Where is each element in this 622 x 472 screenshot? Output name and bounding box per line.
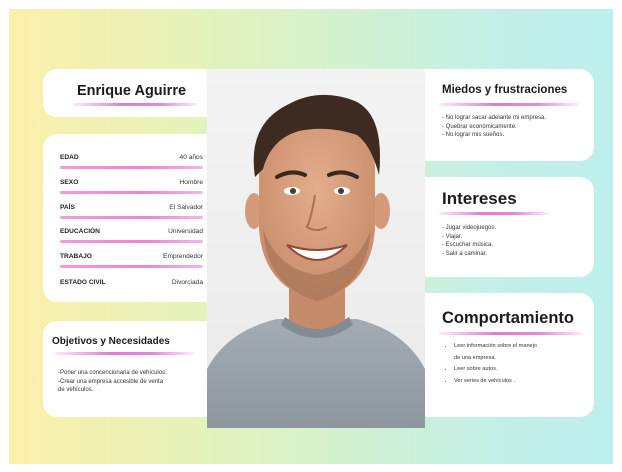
detail-value: Hombre [179, 179, 203, 186]
fears-card: Miedos y frustraciones - No lograr sacar… [425, 69, 594, 161]
interests-underline [439, 212, 549, 215]
fears-line: - Quebrar económicamente. [442, 123, 517, 130]
detail-row-country: PAÍS El Salvador [60, 204, 203, 228]
row-underline [60, 240, 203, 243]
goals-line: -Crear una empresa accesible de venta [58, 378, 164, 385]
detail-value: Universidad [168, 228, 203, 235]
goals-underline [55, 352, 195, 355]
portrait-illustration [207, 94, 425, 428]
details-card: EDAD 40 años SEXO Hombre PAÍS El Salvado… [43, 134, 215, 302]
row-underline [60, 265, 203, 268]
row-underline [60, 166, 203, 169]
goals-title: Objetivos y Necesidades [52, 336, 170, 347]
detail-row-education: EDUCACIÓN Universidad [60, 228, 203, 252]
goals-body: -Poner una concencionaria de vehículos. … [58, 369, 208, 395]
goals-line: -Poner una concencionaria de vehículos. [58, 370, 167, 376]
name-underline [73, 103, 198, 106]
behavior-card: Comportamiento Leer información sobre el… [425, 293, 594, 417]
behavior-item: de una empresa. [454, 354, 496, 361]
goals-card: Objetivos y Necesidades -Poner una conce… [43, 321, 215, 417]
behavior-item: Ver series de vehículos . [454, 376, 590, 388]
interests-line: - Escuchar música. [442, 242, 494, 249]
detail-value: Emprendedor [163, 253, 203, 260]
fears-body: - No lograr sacar adelante mi empresa. -… [442, 114, 590, 140]
interests-line: - Viajar. [442, 233, 463, 240]
persona-name: Enrique Aguirre [77, 83, 187, 99]
detail-row-sex: SEXO Hombre [60, 179, 203, 203]
interests-line: - Jugar videojuegos. [442, 225, 497, 231]
row-underline [60, 191, 203, 194]
fears-title: Miedos y frustraciones [442, 84, 568, 96]
detail-value: El Salvador [169, 204, 203, 211]
behavior-underline [439, 332, 584, 335]
fears-line: - No lograr mis sueños. [442, 132, 505, 139]
interests-body: - Jugar videojuegos. - Viajar. - Escucha… [442, 224, 590, 258]
detail-value: 40 años [179, 154, 203, 161]
portrait-photo [207, 69, 425, 428]
detail-label: EDUCACIÓN [60, 228, 100, 235]
interests-line: - Salir a caminar. [442, 250, 488, 257]
detail-row-marital-status: ESTADO CIVIL Divorciada [60, 279, 203, 303]
detail-value: Divorciada [171, 279, 203, 286]
detail-label: SEXO [60, 179, 79, 186]
fears-underline [439, 103, 579, 106]
behavior-body: Leer información sobre el manejo de una … [442, 341, 590, 387]
detail-label: EDAD [60, 154, 79, 161]
row-underline [60, 216, 203, 219]
detail-label: PAÍS [60, 204, 75, 211]
goals-line: de vehículos. [58, 387, 94, 394]
detail-label: TRABAJO [60, 253, 92, 260]
behavior-list: Leer información sobre el manejo de una … [442, 341, 590, 387]
fears-line: - No lograr sacar adelante mi empresa. [442, 115, 547, 121]
detail-row-age: EDAD 40 años [60, 154, 203, 178]
interests-title: Intereses [442, 189, 517, 208]
behavior-item: Leer sobre autos. [454, 364, 590, 376]
detail-row-job: TRABAJO Emprendedor [60, 253, 203, 277]
interests-card: Intereses - Jugar videojuegos. - Viajar.… [425, 177, 594, 277]
detail-label: ESTADO CIVIL [60, 279, 106, 286]
behavior-title: Comportamiento [442, 309, 574, 327]
behavior-item: Leer información sobre el manejo [454, 341, 590, 353]
name-card: Enrique Aguirre [43, 69, 215, 117]
